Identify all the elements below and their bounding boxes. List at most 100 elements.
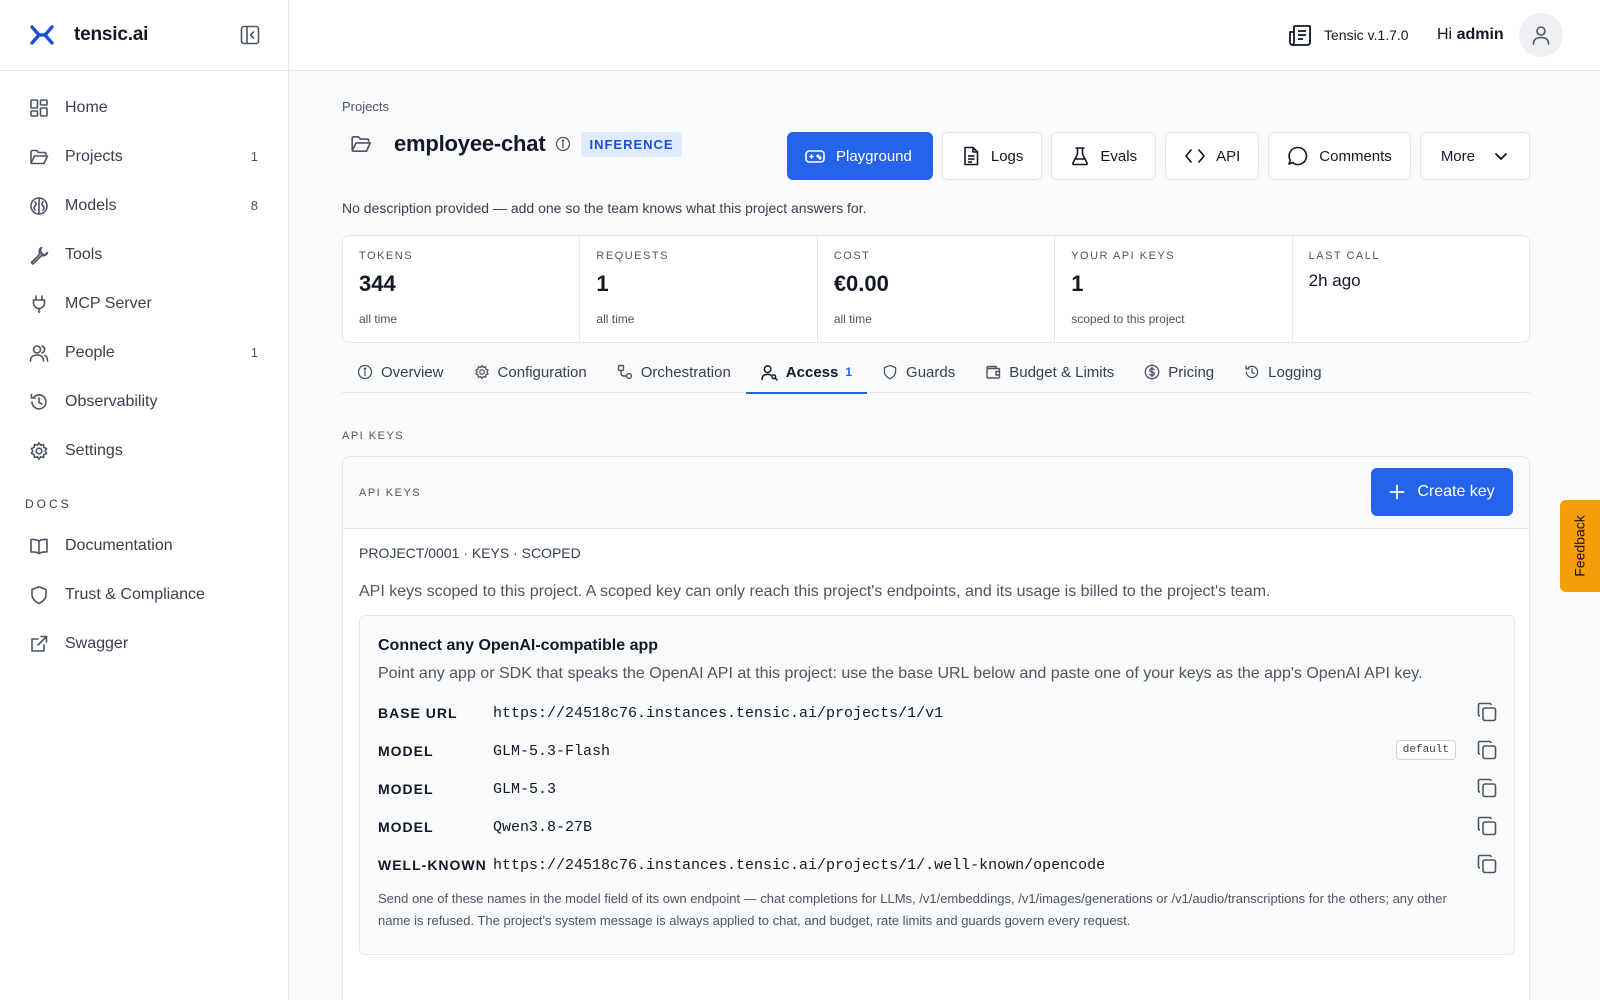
copy-icon[interactable] [1476, 739, 1498, 761]
collapse-sidebar-icon[interactable] [238, 23, 262, 47]
info-icon[interactable] [555, 136, 571, 152]
tab-pricing[interactable]: Pricing [1129, 351, 1229, 393]
stat-value: €0.00 [833, 271, 889, 296]
sidebar: tensic.ai Home Projects 1 Models 8 Tools [0, 0, 289, 1000]
history-icon [28, 391, 50, 413]
brand-name[interactable]: tensic.ai [74, 24, 148, 46]
comments-button[interactable]: Comments [1268, 132, 1411, 180]
tab-access[interactable]: Access 1 [745, 351, 868, 394]
sidebar-item-label: Home [65, 98, 108, 116]
sidebar-item-count: 8 [250, 198, 258, 213]
connect-note: Send one of these names in the model fie… [378, 891, 1447, 928]
connect-panel: Connect any OpenAI-compatible app Point … [359, 615, 1515, 955]
connect-row-key: MODEL [378, 743, 434, 759]
connect-row-key: BASE URL [378, 705, 458, 721]
action-buttons: Playground Logs Evals API Comments More [786, 132, 1530, 180]
default-badge: default [1395, 740, 1456, 760]
connect-description: Point any app or SDK that speaks the Ope… [378, 665, 1423, 682]
api-button[interactable]: API [1165, 132, 1260, 180]
copy-icon[interactable] [1476, 777, 1498, 799]
page-title: employee-chat [394, 131, 546, 156]
tab-guards[interactable]: Guards [867, 351, 970, 393]
project-tabs: Overview Configuration Orchestration Acc… [342, 351, 1530, 394]
sidebar-item-mcp-server[interactable]: MCP Server [0, 279, 288, 328]
connect-row-model: MODEL GLM-5.3-Flash default [378, 736, 1498, 766]
stat-requests: REQUESTS 1 all time [580, 236, 818, 342]
tab-logging[interactable]: Logging [1229, 351, 1336, 393]
connect-row-key: MODEL [378, 819, 434, 835]
stats-panel: TOKENS 344 all time REQUESTS 1 all time … [342, 235, 1530, 343]
sidebar-item-label: MCP Server [65, 294, 152, 312]
sidebar-item-home[interactable]: Home [0, 83, 288, 132]
evals-label: Evals [1100, 147, 1138, 165]
stat-value: 344 [359, 271, 396, 296]
book-icon [28, 535, 50, 557]
user-icon [1530, 24, 1552, 46]
version-indicator[interactable]: Tensic v.1.7.0 [1288, 22, 1409, 48]
feedback-tab[interactable]: Feedback [1560, 500, 1600, 592]
tab-label: Guards [906, 363, 956, 381]
brain-icon [28, 195, 50, 217]
api-keys-section-label: API KEYS [342, 430, 405, 442]
logs-label: Logs [990, 147, 1024, 165]
sidebar-item-documentation[interactable]: Documentation [0, 521, 288, 570]
playground-label: Playground [835, 147, 912, 165]
api-keys-card-label: API KEYS [359, 487, 422, 499]
title-row: employee-chat INFERENCE [342, 131, 682, 157]
user-greeting: Hi admin [1437, 26, 1504, 44]
avatar[interactable] [1519, 13, 1563, 57]
breadcrumb[interactable]: Projects [342, 99, 389, 114]
connect-row-value: https://24518c76.instances.tensic.ai/pro… [493, 856, 1106, 874]
sidebar-nav: Home Projects 1 Models 8 Tools MCP Serve… [0, 71, 288, 668]
copy-icon[interactable] [1476, 815, 1498, 837]
sidebar-item-count: 1 [250, 345, 258, 360]
sidebar-item-people[interactable]: People 1 [0, 328, 288, 377]
sidebar-item-label: Tools [65, 245, 103, 263]
connect-row-model: MODEL GLM-5.3 [378, 774, 1498, 804]
tab-budget-limits[interactable]: Budget & Limits [970, 351, 1129, 393]
sidebar-item-settings[interactable]: Settings [0, 426, 288, 475]
feedback-label: Feedback [1572, 515, 1589, 577]
tab-configuration[interactable]: Configuration [459, 351, 602, 393]
folder-icon [28, 146, 50, 168]
connect-row-value: GLM-5.3-Flash [493, 742, 611, 760]
tensic-logo-icon[interactable] [28, 21, 56, 49]
stat-sub: scoped to this project [1071, 312, 1185, 326]
tab-label: Orchestration [640, 363, 731, 381]
comments-label: Comments [1319, 147, 1392, 165]
stat-last-call: LAST CALL 2h ago [1293, 236, 1529, 342]
playground-button[interactable]: Playground [786, 132, 933, 180]
copy-icon[interactable] [1476, 701, 1498, 723]
shield-icon [28, 584, 50, 606]
sidebar-item-projects[interactable]: Projects 1 [0, 132, 288, 181]
evals-button[interactable]: Evals [1051, 132, 1157, 180]
logs-button[interactable]: Logs [941, 132, 1043, 180]
flask-icon [1070, 146, 1100, 166]
tab-overview[interactable]: Overview [342, 351, 459, 393]
users-icon [28, 342, 50, 364]
docs-heading: DOCS [25, 497, 72, 511]
connect-row-value: Qwen3.8-27B [493, 818, 593, 836]
brand-bar: tensic.ai [0, 0, 288, 71]
plug-icon [28, 293, 50, 315]
copy-icon[interactable] [1476, 853, 1498, 875]
sidebar-item-observability[interactable]: Observability [0, 377, 288, 426]
stat-label: YOUR API KEYS [1071, 250, 1176, 262]
api-label: API [1216, 147, 1241, 165]
more-button[interactable]: More [1419, 132, 1530, 180]
sidebar-item-swagger[interactable]: Swagger [0, 619, 288, 668]
sidebar-item-tools[interactable]: Tools [0, 230, 288, 279]
external-link-icon [28, 633, 50, 655]
sidebar-item-trust-compliance[interactable]: Trust & Compliance [0, 570, 288, 619]
connect-row-value: https://24518c76.instances.tensic.ai/pro… [493, 704, 944, 722]
tab-orchestration[interactable]: Orchestration [602, 351, 746, 393]
sidebar-item-models[interactable]: Models 8 [0, 181, 288, 230]
tab-label: Budget & Limits [1009, 363, 1115, 381]
create-key-button[interactable]: Create key [1371, 468, 1513, 516]
scope-identifier: PROJECT/0001 · KEYS · SCOPED [359, 545, 581, 561]
stat-label: REQUESTS [596, 250, 669, 262]
connect-row-well-known: WELL-KNOWN https://24518c76.instances.te… [378, 850, 1498, 880]
project-description: No description provided — add one so the… [342, 200, 867, 216]
connect-row-model: MODEL Qwen3.8-27B [378, 812, 1498, 842]
api-keys-card-header: API KEYS Create key [343, 457, 1529, 529]
